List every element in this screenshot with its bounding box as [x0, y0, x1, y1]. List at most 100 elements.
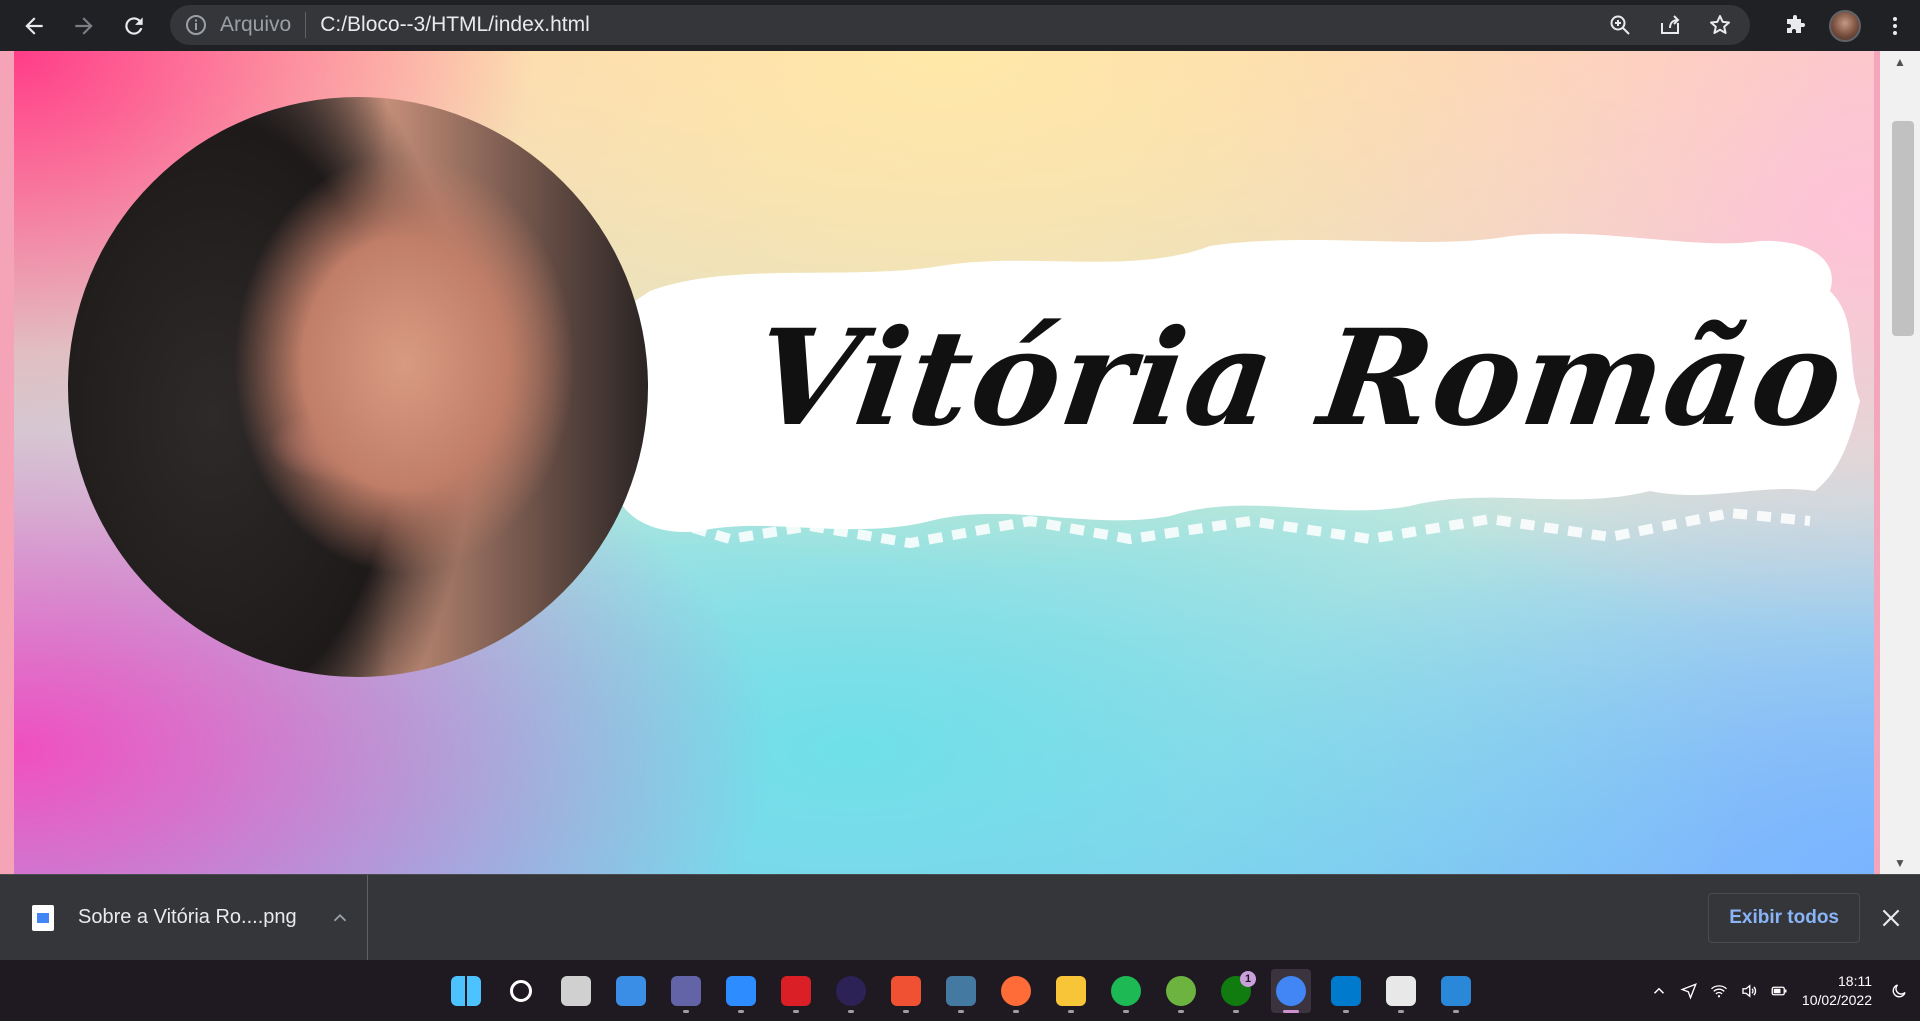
running-indicator: [1178, 1009, 1184, 1013]
system-tray: 18:11 10/02/2022: [1644, 960, 1920, 1021]
scroll-up-arrow-icon[interactable]: ▲: [1880, 51, 1920, 73]
file-explorer-icon: [1056, 975, 1086, 1006]
running-indicator: [848, 1009, 854, 1013]
running-indicator: [1013, 1009, 1019, 1013]
avatar: [1829, 9, 1861, 42]
eclipse-button[interactable]: [831, 969, 871, 1013]
vscode-button[interactable]: [1326, 969, 1366, 1013]
hero-banner: Vitória Romão: [14, 51, 1880, 874]
mysql-workbench-icon: [946, 975, 976, 1006]
zoom-in-icon: [1610, 15, 1630, 35]
running-indicator: [1343, 1009, 1349, 1013]
teams-button[interactable]: [666, 969, 706, 1013]
creative-cloud-icon: [781, 975, 811, 1006]
chevron-up-icon[interactable]: [329, 907, 351, 929]
task-view-button[interactable]: [556, 969, 596, 1013]
download-item[interactable]: Sobre a Vitória Ro....png: [0, 874, 368, 961]
share-icon: [1661, 15, 1680, 34]
running-indicator: [1123, 1009, 1129, 1013]
chevron-up-icon: [1653, 987, 1664, 994]
spring-button[interactable]: [1161, 969, 1201, 1013]
windows-taskbar: 1 18:11 10/02/2022: [0, 960, 1920, 1021]
chrome-button[interactable]: [1271, 968, 1311, 1013]
page-scrollbar[interactable]: ▲ ▼: [1880, 51, 1920, 874]
puzzle-icon: [1787, 14, 1805, 33]
creative-cloud-button[interactable]: [776, 969, 816, 1013]
running-indicator: [1068, 1009, 1074, 1013]
tray-overflow-button[interactable]: [1644, 976, 1674, 1006]
snipping-tool-button[interactable]: [1381, 969, 1421, 1013]
scrollbar-thumb[interactable]: [1892, 121, 1914, 336]
wifi-icon: [1710, 984, 1727, 997]
page-viewport: Vitória Romão: [0, 51, 1920, 874]
running-indicator: [1233, 1009, 1239, 1013]
arrow-left-icon: [25, 16, 43, 35]
profile-photo: [68, 97, 648, 677]
reload-icon: [125, 16, 143, 35]
download-file-name[interactable]: Sobre a Vitória Ro....png: [78, 906, 297, 929]
chrome-icon: [1276, 975, 1306, 1006]
search-button[interactable]: [501, 969, 541, 1013]
running-indicator: [1283, 1009, 1299, 1013]
start-button[interactable]: [446, 969, 486, 1013]
volume-icon: [1742, 983, 1757, 998]
widgets-icon: [616, 975, 646, 1006]
site-scheme-label: Arquivo: [220, 13, 292, 36]
running-indicator: [903, 1009, 909, 1013]
close-icon[interactable]: [1878, 905, 1904, 931]
menu-button[interactable]: [1870, 1, 1920, 51]
mysql-workbench-button[interactable]: [941, 969, 981, 1013]
vscode-icon: [1331, 975, 1361, 1006]
photos-button[interactable]: [1436, 969, 1476, 1013]
file-explorer-button[interactable]: [1051, 969, 1091, 1013]
battery-button[interactable]: [1764, 976, 1794, 1006]
browser-toolbar: Arquivo C:/Bloco--3/HTML/index.html: [0, 0, 1920, 51]
address-separator: [305, 12, 307, 38]
battery-icon: [1771, 986, 1787, 995]
scroll-down-arrow-icon[interactable]: ▼: [1880, 852, 1920, 874]
back-button[interactable]: [14, 6, 54, 46]
eclipse-icon: [836, 975, 866, 1006]
task-view-icon: [561, 975, 591, 1006]
wifi-button[interactable]: [1704, 976, 1734, 1006]
url-text[interactable]: C:/Bloco--3/HTML/index.html: [320, 13, 590, 37]
share-button[interactable]: [1650, 5, 1690, 45]
postman-icon: [1001, 975, 1031, 1006]
start-icon: [451, 975, 481, 1006]
taskbar-apps: 1: [446, 960, 1476, 1021]
focus-assist-button[interactable]: [1884, 976, 1914, 1006]
zoom-button[interactable]: [1600, 5, 1640, 45]
show-all-downloads-button[interactable]: Exibir todos: [1708, 893, 1860, 943]
forward-button[interactable]: [64, 6, 104, 46]
star-icon: [1710, 15, 1730, 34]
xbox-button[interactable]: 1: [1216, 969, 1256, 1013]
moon-icon: [1892, 983, 1906, 997]
reload-button[interactable]: [114, 6, 154, 46]
bookmark-button[interactable]: [1700, 5, 1740, 45]
clock[interactable]: 18:11 10/02/2022: [1802, 972, 1872, 1010]
spotify-button[interactable]: [1106, 969, 1146, 1013]
teams-icon: [671, 975, 701, 1006]
clock-time: 18:11: [1838, 972, 1872, 989]
more-vert-icon: [1893, 16, 1897, 35]
spring-icon: [1166, 975, 1196, 1006]
clock-date: 10/02/2022: [1801, 991, 1872, 1008]
location-button[interactable]: [1674, 976, 1704, 1006]
address-bar[interactable]: Arquivo C:/Bloco--3/HTML/index.html: [170, 5, 1750, 45]
git-icon: [891, 975, 921, 1006]
location-arrow-icon: [1680, 982, 1697, 1000]
file-icon: [32, 904, 54, 931]
spotify-icon: [1111, 975, 1141, 1006]
info-icon[interactable]: [184, 13, 208, 37]
zoom-button[interactable]: [721, 969, 761, 1013]
git-button[interactable]: [886, 969, 926, 1013]
widgets-button[interactable]: [611, 969, 651, 1013]
running-indicator: [738, 1009, 744, 1013]
postman-button[interactable]: [996, 969, 1036, 1013]
volume-button[interactable]: [1734, 976, 1764, 1006]
zoom-icon: [726, 975, 756, 1006]
profile-button[interactable]: [1820, 1, 1870, 51]
arrow-right-icon: [75, 16, 93, 35]
extensions-button[interactable]: [1770, 1, 1820, 51]
snipping-tool-icon: [1386, 975, 1416, 1006]
